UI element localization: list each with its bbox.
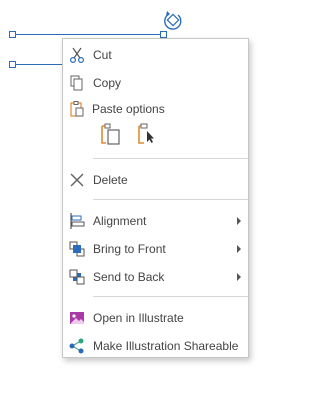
menu-item-label: Alignment xyxy=(93,214,147,228)
share-icon xyxy=(68,337,86,355)
resize-handle-middle-left[interactable] xyxy=(9,61,16,68)
menu-item-cut[interactable]: Cut xyxy=(63,43,248,67)
menu-item-label: Make Illustration Shareable xyxy=(93,339,239,353)
menu-item-open-in-illustrate[interactable]: Open in Illustrate xyxy=(63,306,248,330)
context-menu: Cut Copy Paste options Delete Alignment … xyxy=(62,38,249,358)
clipboard-icon xyxy=(68,100,86,118)
paste-picture-button[interactable] xyxy=(135,122,159,146)
menu-item-send-to-back[interactable]: Send to Back xyxy=(63,265,248,289)
delete-x-icon xyxy=(68,171,86,189)
bring-to-front-icon xyxy=(68,240,86,258)
illustrate-image-icon xyxy=(68,309,86,327)
menu-item-label: Cut xyxy=(93,48,112,62)
copy-icon xyxy=(68,74,86,92)
send-to-back-icon xyxy=(68,268,86,286)
menu-item-copy[interactable]: Copy xyxy=(63,71,248,95)
selection-top-edge xyxy=(12,34,164,35)
paste-keep-source-icon xyxy=(99,123,123,150)
alignment-icon xyxy=(68,212,86,230)
menu-item-delete[interactable]: Delete xyxy=(63,168,248,192)
resize-handle-top-left[interactable] xyxy=(9,31,16,38)
menu-item-paste-options: Paste options xyxy=(63,97,248,121)
menu-item-label: Copy xyxy=(93,76,122,90)
menu-item-label: Paste options xyxy=(92,102,165,116)
menu-item-make-illustration-shareable[interactable]: Make Illustration Shareable xyxy=(63,334,248,358)
menu-item-alignment[interactable]: Alignment xyxy=(63,209,248,233)
menu-item-label: Open in Illustrate xyxy=(93,311,184,325)
menu-separator xyxy=(93,158,248,159)
selection-middle-edge xyxy=(12,64,62,65)
menu-item-label: Delete xyxy=(93,173,128,187)
menu-separator xyxy=(93,296,248,297)
submenu-arrow-icon xyxy=(237,217,241,225)
scissors-icon xyxy=(68,46,86,64)
paste-keep-formatting-button[interactable] xyxy=(99,122,123,146)
submenu-arrow-icon xyxy=(237,245,241,253)
menu-separator xyxy=(93,199,248,200)
paste-with-cursor-icon xyxy=(135,123,159,150)
submenu-arrow-icon xyxy=(237,273,241,281)
menu-item-label: Send to Back xyxy=(93,270,165,284)
menu-item-bring-to-front[interactable]: Bring to Front xyxy=(63,237,248,261)
menu-item-label: Bring to Front xyxy=(93,242,166,256)
canvas: Cut Copy Paste options Delete Alignment … xyxy=(0,0,300,398)
rotate-handle-icon[interactable] xyxy=(161,9,185,33)
